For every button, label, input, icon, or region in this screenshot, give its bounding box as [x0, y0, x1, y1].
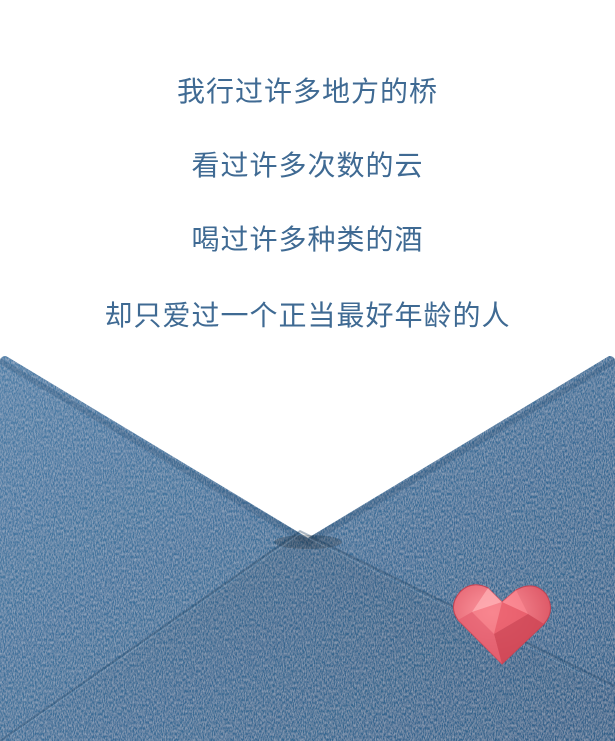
poem-line-1: 我行过许多地方的桥 [176, 75, 438, 108]
envelope-svg [0, 356, 615, 741]
poem-line-2: 看过许多次数的云 [191, 149, 424, 182]
poem-line-3: 喝过许多种类的酒 [191, 223, 424, 256]
poem-block: 我行过许多地方的桥 看过许多次数的云 喝过许多种类的酒 却只爱过一个正当最好年龄… [0, 0, 615, 360]
poem-line-4: 却只爱过一个正当最好年龄的人 [104, 299, 511, 332]
envelope-illustration [0, 356, 615, 741]
